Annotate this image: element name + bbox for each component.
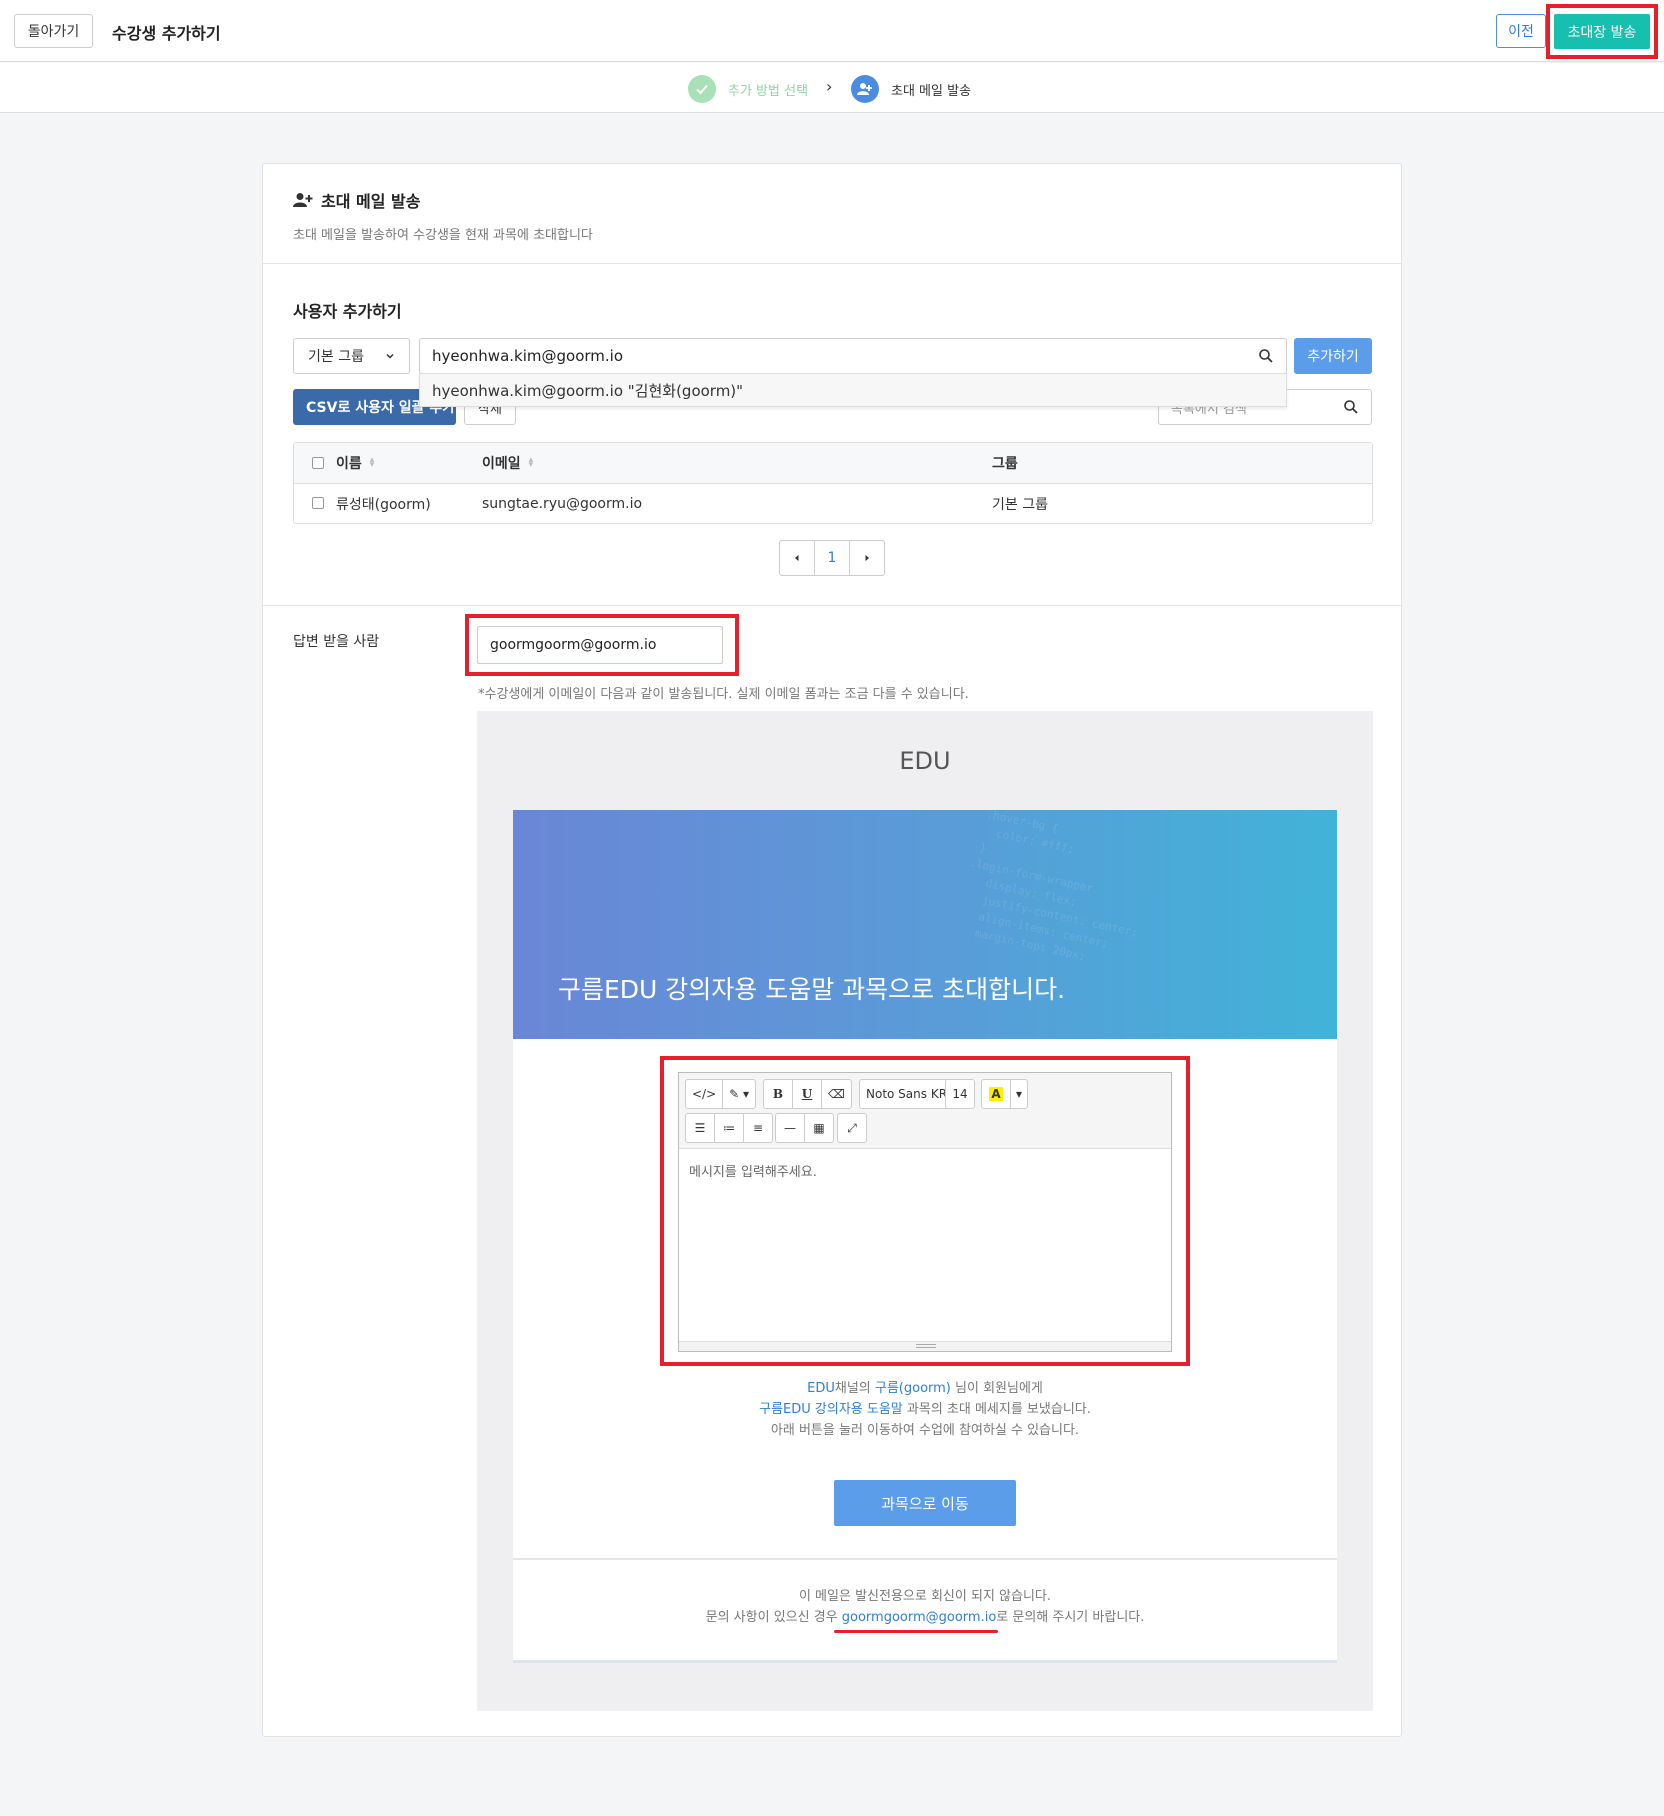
step-send-invite: 초대 메일 발송 [851, 75, 971, 103]
column-group: 그룹 [992, 456, 1018, 472]
bold-icon[interactable]: B [763, 1079, 793, 1109]
top-bar: 돌아가기 수강생 추가하기 이전 초대장 발송 [0, 0, 1664, 62]
user-table: 이름 ▴ ▾ 이메일 ▴ ▾ 그룹 류성태(goorm) sungtae.ryu@g… [293, 442, 1373, 524]
card-description: 초대 메일을 발송하여 수강생을 현재 과목에 초대합니다 [293, 228, 593, 243]
fullscreen-icon[interactable]: ⤢ [837, 1113, 867, 1143]
brand-label: EDU [899, 747, 951, 775]
caret-left-icon[interactable] [780, 541, 814, 575]
reply-to-label: 답변 받을 사람 [293, 634, 380, 650]
sort-icon: ▴ ▾ [369, 455, 375, 470]
page-number[interactable]: 1 [814, 541, 850, 575]
magic-wand-icon[interactable]: ✎ ▾ [722, 1079, 757, 1109]
editor-toolbar: </> ✎ ▾ B U ⌫ Noto Sans KR 14 A ▾ ☰ ≔ ≡ … [679, 1073, 1171, 1149]
bullet-list-icon[interactable]: ☰ [685, 1113, 715, 1143]
card-title: 초대 메일 발송 [293, 188, 420, 212]
cell-name: 류성태(goorm) [336, 497, 431, 513]
message-textarea[interactable]: 메시지를 입력해주세요. [689, 1161, 817, 1180]
text-color-icon[interactable]: A [981, 1079, 1011, 1109]
page-title: 수강생 추가하기 [112, 24, 221, 43]
step-label: 추가 방법 선택 [728, 83, 809, 99]
chevron-right-icon: › [826, 77, 833, 96]
autocomplete-suggestion[interactable]: hyeonhwa.kim@goorm.io "김현화(goorm)" [419, 373, 1287, 407]
column-name[interactable]: 이름 ▴ ▾ [336, 443, 374, 483]
email-footer: 이 메일은 발신전용으로 회신이 되지 않습니다. 문의 사항이 있으신 경우 … [705, 1589, 1145, 1625]
step-label: 초대 메일 발송 [891, 83, 972, 99]
invite-card: 초대 메일 발송 초대 메일을 발송하여 수강생을 현재 과목에 초대합니다 사… [262, 163, 1402, 1737]
pagination: 1 [779, 540, 885, 576]
font-size-select[interactable]: 14 [945, 1079, 975, 1109]
divider [513, 1558, 1337, 1560]
cell-email: sungtae.ryu@goorm.io [482, 496, 643, 512]
align-icon[interactable]: ≡ [743, 1113, 773, 1143]
contact-email-link[interactable]: goormgoorm@goorm.io [842, 1610, 997, 1625]
table-header: 이름 ▴ ▾ 이메일 ▴ ▾ 그룹 [294, 443, 1372, 484]
select-all-checkbox[interactable] [312, 457, 324, 469]
column-email[interactable]: 이메일 ▴ ▾ [482, 443, 533, 483]
user-plus-icon [851, 75, 879, 103]
invite-message: EDU채널의 구름(goorm) 님이 회원님에게 구름EDU 강의자용 도움말… [759, 1381, 1091, 1438]
email-body: .hover-bg { color: #fff; } .login-form-w… [513, 810, 1337, 1663]
group-select[interactable]: 기본 그룹 [293, 338, 410, 374]
message-editor: </> ✎ ▾ B U ⌫ Noto Sans KR 14 A ▾ ☰ ≔ ≡ … [678, 1072, 1172, 1352]
banner-title: 구름EDU 강의자용 도움말 과목으로 초대합니다. [558, 975, 1066, 1004]
user-plus-icon [293, 193, 313, 207]
ordered-list-icon[interactable]: ≔ [714, 1113, 744, 1143]
user-search-input[interactable]: hyeonhwa.kim@goorm.io [419, 338, 1287, 374]
reply-to-input[interactable]: goormgoorm@goorm.io [477, 626, 723, 664]
email-preview: EDU .hover-bg { color: #fff; } .login-fo… [477, 711, 1373, 1711]
cell-group: 기본 그룹 [992, 497, 1048, 513]
resize-handle[interactable] [679, 1341, 1171, 1351]
color-dropdown-icon[interactable]: ▾ [1010, 1079, 1028, 1109]
horizontal-rule-icon[interactable]: — [775, 1113, 805, 1143]
search-icon [1343, 399, 1359, 419]
underline-icon[interactable]: U [792, 1079, 822, 1109]
divider [263, 605, 1401, 606]
step-choose-method: 추가 방법 선택 [688, 75, 808, 103]
chevron-down-icon [385, 349, 395, 365]
card-header: 초대 메일 발송 초대 메일을 발송하여 수강생을 현재 과목에 초대합니다 [263, 164, 1401, 264]
back-button[interactable]: 돌아가기 [14, 14, 93, 48]
check-icon [688, 75, 716, 103]
caret-right-icon[interactable] [850, 541, 884, 575]
editor-highlight: </> ✎ ▾ B U ⌫ Noto Sans KR 14 A ▾ ☰ ≔ ≡ … [660, 1056, 1190, 1366]
banner-code-decoration: .hover-bg { color: #fff; } .login-form-w… [941, 810, 1140, 963]
email-banner: .hover-bg { color: #fff; } .login-form-w… [513, 810, 1337, 1039]
go-to-course-button[interactable]: 과목으로 이동 [834, 1480, 1016, 1526]
search-icon [1258, 348, 1274, 368]
send-button-highlight: 초대장 발송 [1546, 4, 1658, 59]
eraser-icon[interactable]: ⌫ [821, 1079, 852, 1109]
section-title: 사용자 추가하기 [293, 302, 402, 321]
row-checkbox[interactable] [312, 497, 324, 509]
table-row[interactable]: 류성태(goorm) sungtae.ryu@goorm.io 기본 그룹 [294, 484, 1372, 524]
table-icon[interactable]: ▦ [804, 1113, 834, 1143]
add-user-button[interactable]: 추가하기 [1294, 338, 1372, 374]
steps-bar: 추가 방법 선택 › 초대 메일 발송 [0, 63, 1664, 113]
sort-icon: ▴ ▾ [528, 455, 534, 470]
code-view-icon[interactable]: </> [685, 1079, 724, 1109]
prev-button[interactable]: 이전 [1496, 14, 1546, 48]
font-family-select[interactable]: Noto Sans KR [859, 1079, 955, 1109]
reply-field-highlight: goormgoorm@goorm.io [465, 614, 739, 676]
send-invite-button[interactable]: 초대장 발송 [1554, 14, 1650, 49]
preview-note: *수강생에게 이메일이 다음과 같이 발송됩니다. 실제 이메일 폼과는 조금 … [478, 687, 969, 702]
